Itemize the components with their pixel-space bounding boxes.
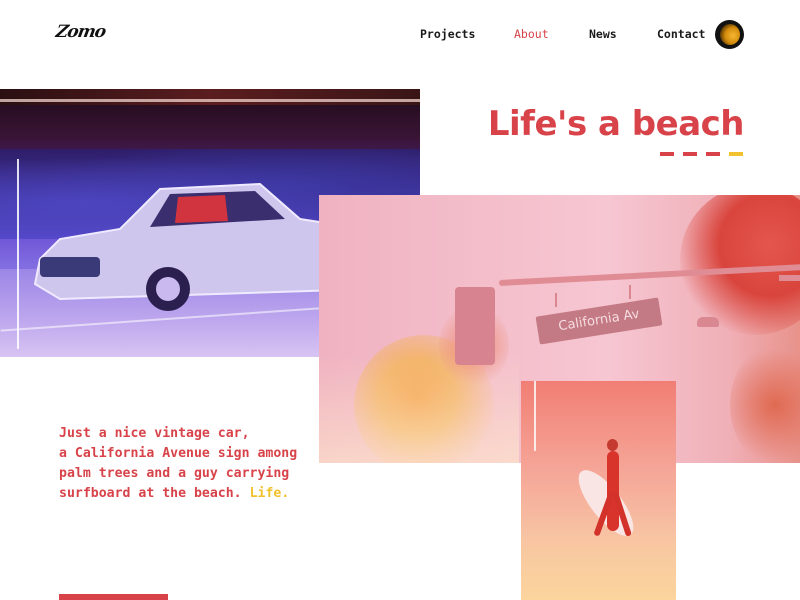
description-line: Just a nice vintage car, [59, 426, 250, 441]
photo-light-leak [534, 381, 536, 451]
title-dash [683, 152, 697, 156]
description-highlight: Life. [249, 486, 290, 501]
sign-hanger [555, 293, 557, 307]
avatar-image [720, 24, 740, 45]
page-title: Life's a beach [487, 104, 745, 144]
surfer-on-beach-photo [521, 381, 676, 600]
nav-item-projects[interactable]: Projects [420, 27, 475, 41]
description-line: a California Avenue sign among [59, 446, 298, 461]
description-last-text: surfboard at the beach. [59, 486, 242, 501]
nav-item-about[interactable]: About [514, 27, 549, 41]
nav-item-contact[interactable]: Contact [657, 27, 705, 41]
nav-item-news[interactable]: News [589, 27, 617, 41]
avatar[interactable] [715, 20, 744, 49]
traffic-light-icon [455, 287, 495, 365]
title-dash [660, 152, 674, 156]
signal-pole-curve [779, 275, 800, 335]
palm-tree [730, 345, 800, 463]
decorative-bar [59, 594, 168, 600]
sign-hanger [629, 285, 631, 299]
description-text: Just a nice vintage car, a California Av… [59, 424, 359, 504]
street-sign-text: California Av [557, 306, 641, 335]
main-nav: Projects About News Contact [0, 27, 800, 43]
title-dash [706, 152, 720, 156]
description-line: palm trees and a guy carrying [59, 466, 290, 481]
title-underline-dashes [660, 152, 744, 156]
surfer-head [607, 439, 618, 451]
surfer-body [607, 451, 619, 531]
title-dash-highlight [729, 152, 743, 156]
hanging-shoe-icon [697, 317, 719, 327]
description-line: surfboard at the beach. Life. [59, 484, 359, 504]
photo-sand [521, 531, 676, 600]
